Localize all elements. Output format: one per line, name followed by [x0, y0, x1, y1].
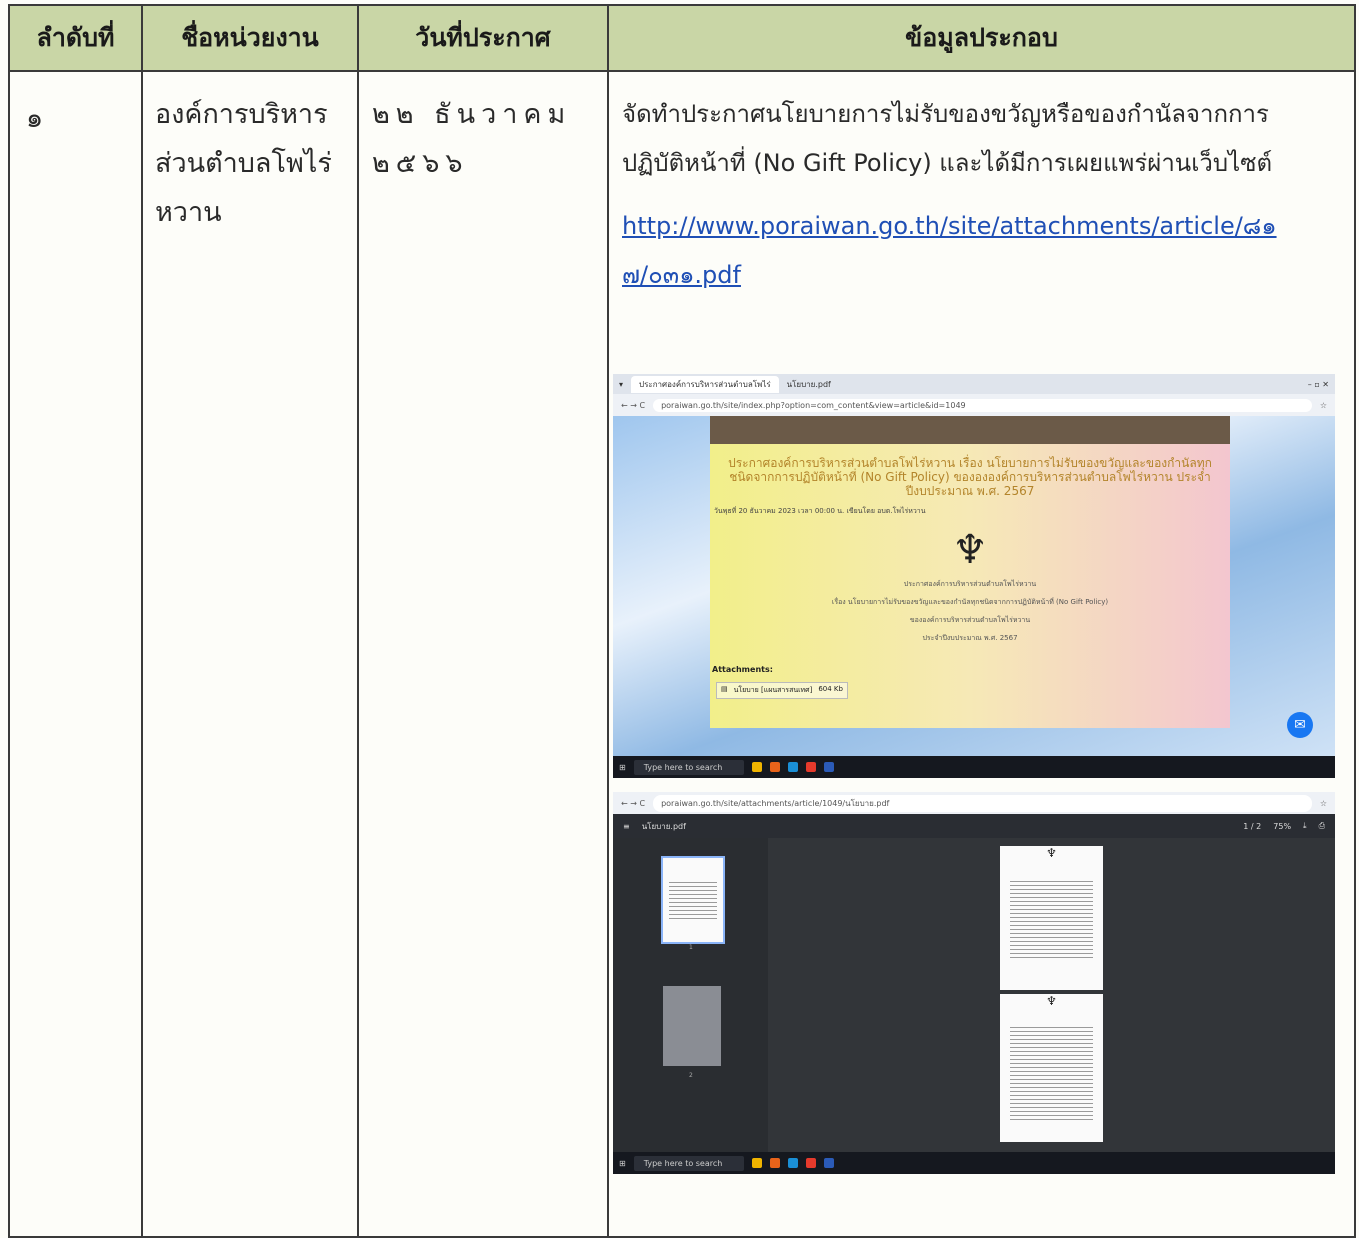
chrome-icon[interactable]: [805, 1158, 816, 1168]
windows-start-icon[interactable]: ⊞: [619, 1159, 626, 1168]
taskbar-search[interactable]: Type here to search: [633, 759, 744, 775]
zoom-level: 75%: [1273, 821, 1292, 831]
row-number: ๑: [26, 103, 44, 134]
garuda-emblem-icon: ♆: [1046, 994, 1057, 1008]
agency-line: องค์การบริหาร: [155, 99, 328, 130]
info-text: จัดทำประกาศนโยบายการไม่รับของขวัญหรือของ…: [622, 90, 1350, 300]
explorer-icon[interactable]: [751, 1158, 762, 1168]
info-line: ปฏิบัติหน้าที่ (No Gift Policy) และได้มี…: [622, 149, 1273, 177]
word-icon[interactable]: [823, 1158, 834, 1168]
notice-title: ประกาศองค์การบริหารส่วนตำบลโพไร่หวาน เรื…: [728, 456, 1212, 498]
column-divider: [141, 6, 143, 1236]
header-info: ข้อมูลประกอบ: [905, 23, 1058, 52]
header-order: ลำดับที่: [36, 23, 115, 52]
pdf-toolbar: ≡ นโยบาย.pdf 1 / 2 75% ⤓ ⎙: [613, 814, 1335, 838]
date-line: ๒๕๖๖: [372, 148, 469, 179]
browser-tab[interactable]: ประกาศองค์การบริหารส่วนตำบลโพไร่: [631, 375, 779, 393]
star-icon: ☆: [1319, 798, 1327, 808]
pdf-content: 1 2 ♆ ♆: [613, 838, 1335, 1152]
nav-arrows-icon: ← → C: [621, 400, 646, 410]
edge-icon[interactable]: [787, 1158, 798, 1168]
notice-text: เรื่อง นโยบายการไม่รับของขวัญและของกำนัล…: [831, 598, 1109, 606]
browser-tab[interactable]: นโยบาย.pdf: [787, 378, 831, 391]
taskbar: ⊞ Type here to search: [613, 756, 1335, 778]
garuda-emblem-icon: ♆: [952, 527, 988, 573]
pdf-filename: นโยบาย.pdf: [641, 821, 686, 831]
windows-start-icon[interactable]: ⊞: [619, 763, 626, 772]
star-icon: ☆: [1319, 400, 1327, 410]
notice-panel: ประกาศองค์การบริหารส่วนตำบลโพไร่หวาน เรื…: [710, 444, 1230, 728]
thumb-label: 1: [689, 944, 693, 951]
firefox-icon[interactable]: [769, 762, 780, 772]
page-indicator: 1 / 2: [1243, 821, 1262, 831]
chrome-icon[interactable]: [805, 762, 816, 772]
menu-icon[interactable]: ≡: [623, 822, 630, 831]
print-icon[interactable]: ⎙: [1319, 821, 1325, 831]
agency-line: ส่วนตำบลโพไร่: [155, 148, 332, 179]
attachment-name: นโยบาย [แผนสารสนเทศ]: [733, 686, 813, 694]
thumbnail-page-2[interactable]: [663, 986, 721, 1066]
pdf-screenshot: ← → C poraiwan.go.th/site/attachments/ar…: [613, 792, 1335, 1174]
agency-line: หวาน: [155, 197, 222, 228]
notice-text: ประจำปีงบประมาณ พ.ศ. 2567: [922, 634, 1018, 642]
website-screenshot: ▾ ประกาศองค์การบริหารส่วนตำบลโพไร่ นโยบา…: [613, 374, 1335, 778]
garuda-emblem-icon: ♆: [1046, 846, 1057, 860]
menu-icon: ▾: [619, 379, 624, 389]
notice-text: ประกาศองค์การบริหารส่วนตำบลโพไร่หวาน: [903, 580, 1037, 588]
info-line: จัดทำประกาศนโยบายการไม่รับของขวัญหรือของ…: [622, 100, 1269, 128]
banner-image: [710, 416, 1230, 444]
explorer-icon[interactable]: [751, 762, 762, 772]
header-agency: ชื่อหน่วยงาน: [181, 23, 319, 52]
messenger-icon[interactable]: ✉: [1287, 712, 1313, 738]
nav-arrows-icon: ← → C: [621, 798, 646, 808]
column-divider: [607, 6, 609, 1236]
announce-date: ๒๒ ธันวาคม ๒๕๖๖: [372, 90, 602, 188]
edge-icon[interactable]: [787, 762, 798, 772]
address-bar: ← → C poraiwan.go.th/site/index.php?opti…: [613, 394, 1335, 416]
pdf-page-1: ♆: [1000, 846, 1103, 990]
url-field[interactable]: poraiwan.go.th/site/attachments/article/…: [653, 794, 1312, 812]
browser-tabbar: ▾ ประกาศองค์การบริหารส่วนตำบลโพไร่ นโยบา…: [613, 374, 1335, 394]
notice-meta: วันพุธที่ 20 ธันวาคม 2023 เวลา 00:00 น. …: [714, 507, 926, 515]
notice-text: ขององค์การบริหารส่วนตำบลโพไร่หวาน: [909, 616, 1031, 624]
attachments-label: Attachments:: [712, 665, 773, 674]
file-icon: ▤: [721, 685, 728, 693]
policy-link[interactable]: http://www.poraiwan.go.th/site/attachmen…: [622, 202, 1350, 251]
taskbar-search[interactable]: Type here to search: [633, 1155, 744, 1171]
taskbar: ⊞ Type here to search: [613, 1152, 1335, 1174]
thumbnail-sidebar: 1 2: [613, 838, 768, 1152]
window-controls-icon: – ▫ ✕: [1307, 379, 1329, 389]
firefox-icon[interactable]: [769, 1158, 780, 1168]
column-divider: [357, 6, 359, 1236]
date-line: ๒๒ ธันวาคม: [372, 99, 572, 130]
thumbnail-page-1[interactable]: [661, 856, 725, 944]
download-icon[interactable]: ⤓: [1303, 821, 1307, 831]
agency-name: องค์การบริหาร ส่วนตำบลโพไร่ หวาน: [155, 90, 355, 237]
pdf-page-2: ♆: [1000, 994, 1103, 1142]
thumb-label: 2: [689, 1072, 693, 1079]
policy-link-cont[interactable]: ๗/๐๓๑.pdf: [622, 251, 1350, 300]
attachment-size: 604 Kb: [818, 685, 843, 693]
page-background: ประกาศองค์การบริหารส่วนตำบลโพไร่หวาน เรื…: [613, 416, 1335, 756]
word-icon[interactable]: [823, 762, 834, 772]
attachment-item[interactable]: ▤ นโยบาย [แผนสารสนเทศ] 604 Kb: [716, 682, 848, 699]
url-field[interactable]: poraiwan.go.th/site/index.php?option=com…: [653, 398, 1312, 412]
address-bar: ← → C poraiwan.go.th/site/attachments/ar…: [613, 792, 1335, 814]
header-date: วันที่ประกาศ: [415, 23, 551, 52]
